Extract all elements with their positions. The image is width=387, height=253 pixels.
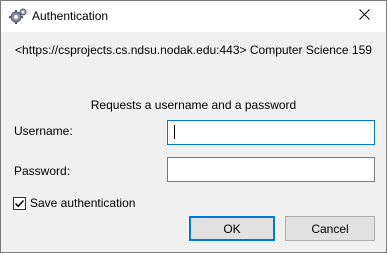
save-authentication-checkbox[interactable] bbox=[13, 196, 26, 210]
server-url-text: <https://csprojects.cs.ndsu.nodak.edu:44… bbox=[15, 43, 372, 57]
window-title: Authentication bbox=[32, 9, 109, 23]
gear-app-icon bbox=[9, 8, 27, 24]
authentication-dialog: Authentication <https://csprojects.cs.nd… bbox=[0, 0, 387, 253]
username-field-wrapper bbox=[167, 120, 375, 145]
title-bar[interactable]: Authentication bbox=[1, 1, 386, 32]
auth-prompt-text: Requests a username and a password bbox=[90, 98, 297, 112]
password-input[interactable] bbox=[167, 157, 375, 182]
ok-button[interactable]: OK bbox=[189, 216, 275, 241]
close-icon bbox=[358, 9, 370, 23]
cancel-button[interactable]: Cancel bbox=[285, 216, 375, 241]
save-authentication-label: Save authentication bbox=[30, 196, 136, 210]
text-caret bbox=[174, 125, 175, 139]
save-authentication-option[interactable]: Save authentication bbox=[13, 195, 135, 211]
checkmark-icon bbox=[14, 199, 25, 207]
close-button[interactable] bbox=[351, 5, 377, 27]
password-label: Password: bbox=[14, 164, 71, 178]
username-input[interactable] bbox=[167, 120, 375, 145]
username-label: Username: bbox=[14, 124, 73, 138]
